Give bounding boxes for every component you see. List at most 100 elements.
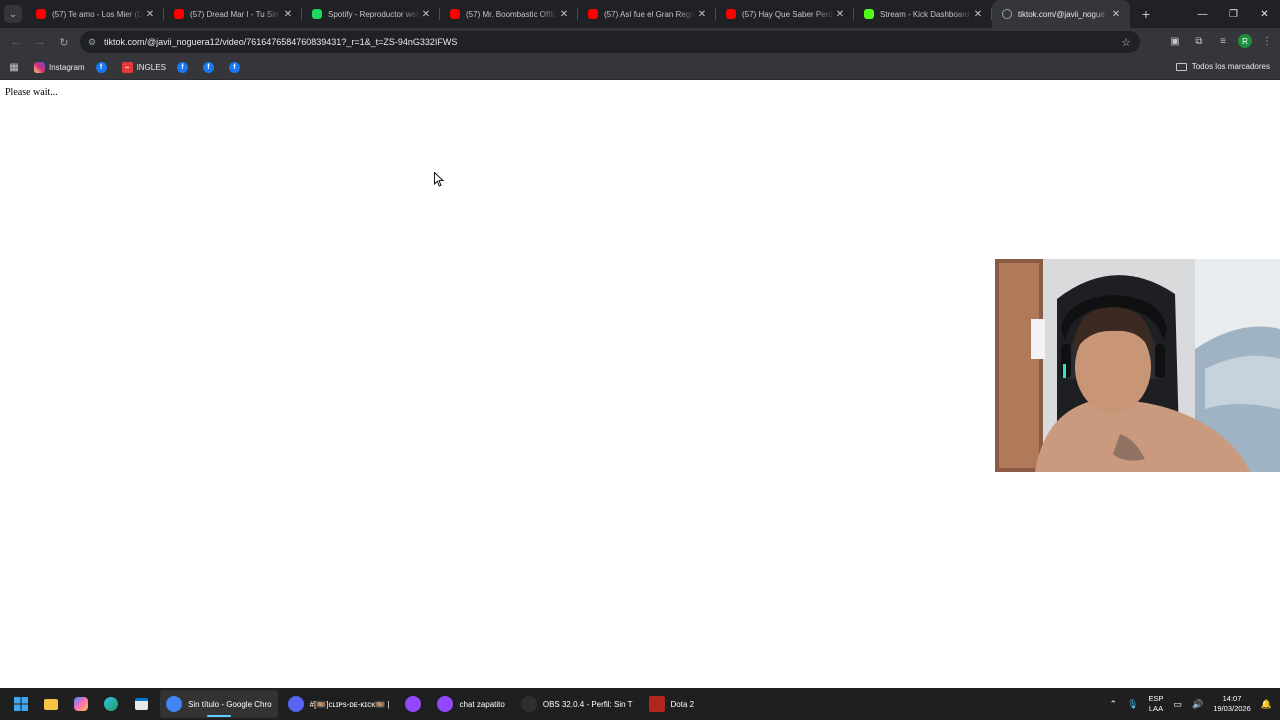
plus-icon: + [1141, 6, 1151, 22]
tab-0[interactable]: (57) Te amo - Los Mier (Le ✕ [26, 0, 164, 28]
tab-3[interactable]: (57) Mr. Boombastic Offic ✕ [440, 0, 578, 28]
site-info-icon[interactable]: ⚙ [80, 37, 104, 48]
twitch-icon [437, 696, 454, 712]
close-tab-icon[interactable]: ✕ [558, 9, 570, 20]
url-text[interactable]: tiktok.com/@javii_noguera12/video/761647… [104, 37, 1112, 47]
bookmark-label: Instagram [49, 63, 85, 72]
apps-grid-icon[interactable]: ▦ [4, 62, 24, 73]
chevron-up-icon[interactable]: ⌃ [1110, 699, 1118, 710]
close-tab-icon[interactable]: ✕ [972, 9, 984, 20]
close-tab-icon[interactable]: ✕ [420, 9, 432, 20]
tab-2[interactable]: Spotify - Reproductor web ✕ [302, 0, 440, 28]
bookmark-star-icon[interactable]: ☆ [1112, 36, 1140, 49]
taskbar-app-1[interactable]: #[🎞️]ᴄʟɪᴘs-ᴅᴇ-ᴋɪᴄᴋ🎞️ | [282, 690, 396, 718]
copilot-button[interactable] [70, 693, 92, 715]
microphone-icon[interactable]: 🎙 [1127, 699, 1138, 710]
facebook-icon: f [176, 62, 188, 73]
address-bar[interactable]: ⚙ tiktok.com/@javii_noguera12/video/7616… [80, 31, 1140, 53]
start-button[interactable] [10, 693, 32, 715]
menu-kebab-icon[interactable]: ⋮ [1258, 32, 1276, 50]
volume-icon[interactable]: 🔊 [1192, 699, 1203, 710]
store-button[interactable] [130, 693, 152, 715]
bookmark-label: INGLES [136, 63, 166, 72]
ingles-icon: ▪▪ [121, 62, 133, 73]
taskbar-app-label: chat zapatito [459, 699, 505, 709]
tab-title: (57) Dread Mar I - Tu Sin [190, 9, 279, 19]
tab-search-button[interactable]: ⌄ [4, 5, 22, 23]
tab-4[interactable]: (57) Así fue el Gran Regre ✕ [578, 0, 716, 28]
taskbar-app-label: #[🎞️]ᴄʟɪᴘs-ᴅᴇ-ᴋɪᴄᴋ🎞️ | [309, 699, 390, 709]
clock-date: 19/03/2026 [1213, 704, 1251, 713]
tab-5[interactable]: (57) Hay Que Saber Perde ✕ [716, 0, 854, 28]
close-tab-icon[interactable]: ✕ [1110, 9, 1122, 20]
tab-7[interactable]: tiktok.com/@javii_nogue ✕ [992, 0, 1130, 28]
obs-icon [520, 696, 537, 712]
loading-icon [1002, 9, 1012, 19]
discord-icon [287, 696, 304, 712]
new-tab-button[interactable]: + [1138, 6, 1154, 22]
close-tab-icon[interactable]: ✕ [834, 9, 846, 20]
profile-avatar[interactable]: R [1238, 34, 1252, 48]
edge-icon [104, 697, 118, 711]
close-window-button[interactable]: ✕ [1249, 0, 1280, 28]
taskbar-app-2[interactable] [399, 690, 427, 718]
tab-title: (57) Así fue el Gran Regre [604, 9, 696, 19]
taskbar-app-0[interactable]: Sin título - Google Chro [160, 690, 278, 718]
extensions-icon[interactable]: ⧉ [1190, 32, 1208, 50]
system-tray: ⌃ 🎙 ESP LAA ▭ 🔊 14:07 19/03/2026 🔔 [1110, 694, 1280, 714]
taskbar-app-label: Dota 2 [670, 699, 695, 709]
tab-title: Stream - Kick Dashboard [880, 9, 970, 19]
file-explorer-button[interactable] [40, 693, 62, 715]
loading-message: Please wait... [5, 87, 58, 98]
close-tab-icon[interactable]: ✕ [282, 9, 294, 20]
dota-icon [648, 696, 665, 712]
store-icon [134, 698, 148, 710]
youtube-icon [726, 9, 736, 19]
arrow-right-icon: → [34, 36, 46, 48]
tab-1[interactable]: (57) Dread Mar I - Tu Sin ✕ [164, 0, 302, 28]
taskbar-app-5[interactable]: Dota 2 [643, 690, 701, 718]
webcam-image [995, 259, 1280, 472]
folder-icon [1175, 62, 1187, 71]
taskbar: Sin título - Google Chro #[🎞️]ᴄʟɪᴘs-ᴅᴇ-ᴋɪ… [0, 688, 1280, 720]
browser-toolbar: ← → ↻ ⚙ tiktok.com/@javii_noguera12/vide… [0, 28, 1280, 56]
reload-button[interactable]: ↻ [52, 30, 76, 54]
reload-icon: ↻ [59, 36, 69, 49]
window-controls: — ❐ ✕ [1187, 0, 1280, 28]
bookmark-1[interactable]: f [95, 62, 111, 73]
bookmark-0[interactable]: Instagram [34, 62, 85, 73]
tab-title: Spotify - Reproductor web [328, 9, 420, 19]
network-icon[interactable]: ▭ [1174, 699, 1183, 710]
youtube-icon [588, 9, 598, 19]
clock[interactable]: 14:07 19/03/2026 [1213, 694, 1251, 714]
edge-button[interactable] [100, 693, 122, 715]
all-bookmarks-label: Todos los marcadores [1191, 62, 1270, 71]
input-language[interactable]: ESP LAA [1148, 694, 1163, 714]
media-controls-icon[interactable]: ≡ [1214, 32, 1232, 50]
minimize-button[interactable]: — [1187, 0, 1218, 28]
bookmark-5[interactable]: f [228, 62, 244, 73]
tab-6[interactable]: Stream - Kick Dashboard ✕ [854, 0, 992, 28]
bookmark-4[interactable]: f [202, 62, 218, 73]
bookmark-3[interactable]: f [176, 62, 192, 73]
tab-title: (57) Hay Que Saber Perde [742, 9, 834, 19]
chrome-icon [166, 696, 182, 712]
restore-button[interactable]: ❐ [1218, 0, 1249, 28]
youtube-icon [174, 9, 184, 19]
webcam-overlay [995, 259, 1280, 472]
keyboard-layout: LAA [1148, 704, 1164, 713]
forward-button[interactable]: → [28, 30, 52, 54]
notification-bell-icon[interactable]: 🔔 [1261, 699, 1272, 710]
bookmark-list: Instagram f ▪▪ INGLES f f f [34, 62, 255, 73]
facebook-icon: f [228, 62, 240, 73]
bookmark-2[interactable]: ▪▪ INGLES [121, 62, 166, 73]
all-bookmarks-button[interactable]: Todos los marcadores [1175, 62, 1270, 71]
tab-title: (57) Te amo - Los Mier (Le [52, 9, 144, 19]
taskbar-app-4[interactable]: OBS 32.0.4 - Perfil: Sin T [515, 690, 639, 718]
taskbar-app-label: Sin título - Google Chro [188, 699, 272, 709]
screen-cast-icon[interactable]: ▣ [1166, 32, 1184, 50]
taskbar-app-3[interactable]: chat zapatito [431, 690, 510, 718]
close-tab-icon[interactable]: ✕ [144, 9, 156, 20]
close-tab-icon[interactable]: ✕ [696, 9, 708, 20]
back-button[interactable]: ← [4, 30, 28, 54]
